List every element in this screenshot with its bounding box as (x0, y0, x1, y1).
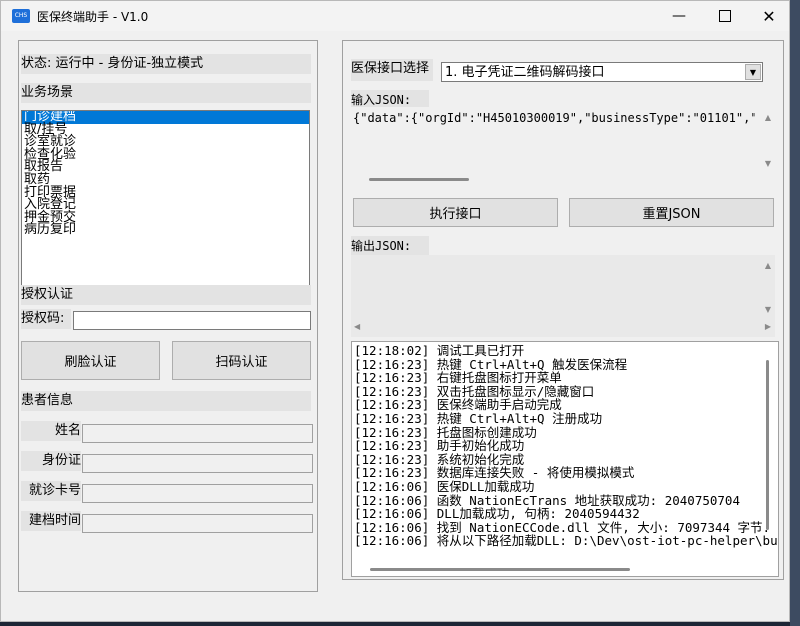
execute-button[interactable]: 执行接口 (353, 198, 558, 227)
desktop-background (790, 0, 800, 626)
left-panel: 状态: 运行中 - 身份证-独立模式 业务场景 门诊建档 取/挂号 诊室就诊 检… (18, 40, 318, 592)
face-auth-button[interactable]: 刷脸认证 (21, 341, 160, 380)
patient-section-label: 患者信息 (21, 391, 311, 411)
log-line: [12:16:23] 右键托盘图标打开菜单 (354, 370, 562, 386)
card-no-label: 就诊卡号 (21, 481, 81, 501)
horizontal-scrollbar[interactable] (369, 178, 469, 181)
log-line: [12:16:23] 热键 Ctrl+Alt+Q 触发医保流程 (354, 356, 628, 372)
app-icon: CHS (12, 9, 30, 23)
log-line: [12:16:23] 热键 Ctrl+Alt+Q 注册成功 (354, 410, 603, 426)
log-line: [12:16:06] DLL加载成功, 句柄: 2040594432 (354, 506, 640, 522)
created-time-field (82, 514, 313, 533)
scene-label: 业务场景 (21, 83, 311, 103)
created-time-label: 建档时间 (21, 511, 81, 531)
scroll-left-icon[interactable]: ◀ (354, 322, 360, 331)
scene-listbox[interactable]: 门诊建档 取/挂号 诊室就诊 检查化验 取报告 取药 打印票据 入院登记 押金预… (21, 110, 310, 288)
log-line: [12:16:06] 将从以下路径加载DLL: D:\Dev\ost-iot-p… (354, 533, 778, 549)
interface-select[interactable]: 1. 电子凭证二维码解码接口 ▼ (441, 62, 763, 82)
id-card-field (82, 454, 313, 473)
right-panel: 医保接口选择 1. 电子凭证二维码解码接口 ▼ 输入JSON: {"data":… (342, 40, 784, 580)
window-title: 医保终端助手 - V1.0 (37, 10, 149, 24)
status-text: 状态: 运行中 - 身份证-独立模式 (21, 54, 311, 74)
list-item[interactable]: 取报告 (22, 161, 309, 174)
log-line: [12:16:06] 函数 NationEcTrans 地址获取成功: 2040… (354, 492, 740, 508)
input-json-area[interactable]: {"data":{"orgId":"H45010300019","busines… (351, 107, 775, 185)
log-line: [12:16:23] 医保终端助手启动完成 (354, 397, 562, 413)
maximize-icon[interactable] (703, 1, 747, 31)
name-field (82, 424, 313, 443)
main-window: CHS 医保终端助手 - V1.0 — ✕ 状态: 运行中 - 身份证-独立模式… (0, 0, 790, 622)
scan-auth-button[interactable]: 扫码认证 (172, 341, 311, 380)
scroll-down-icon[interactable]: ▼ (765, 305, 771, 314)
scroll-up-icon[interactable]: ▲ (765, 113, 771, 122)
log-line: [12:16:23] 数据库连接失败 - 将使用模拟模式 (354, 465, 635, 481)
log-line: [12:16:06] 医保DLL加载成功 (354, 478, 535, 494)
scroll-up-icon[interactable]: ▲ (765, 261, 771, 270)
interface-select-value: 1. 电子凭证二维码解码接口 (445, 65, 605, 80)
list-item[interactable]: 病历复印 (22, 224, 309, 237)
log-line: [12:16:06] 找到 NationECCode.dll 文件, 大小: 7… (354, 519, 771, 535)
horizontal-scrollbar[interactable] (370, 568, 630, 571)
scroll-down-icon[interactable]: ▼ (765, 159, 771, 168)
log-lines: [12:18:02] 调试工具已打开 [12:16:23] 热键 Ctrl+Al… (354, 343, 778, 549)
log-line: [12:16:23] 双击托盘图标显示/隐藏窗口 (354, 383, 595, 399)
input-json-text: {"data":{"orgId":"H45010300019","busines… (353, 111, 755, 125)
chevron-down-icon[interactable]: ▼ (745, 64, 761, 80)
auth-code-input[interactable] (73, 311, 311, 330)
close-icon[interactable]: ✕ (747, 1, 791, 31)
name-label: 姓名 (21, 421, 81, 441)
log-line: [12:16:23] 助手初始化成功 (354, 438, 525, 454)
reset-json-button[interactable]: 重置JSON (569, 198, 774, 227)
vertical-scrollbar[interactable] (766, 360, 769, 530)
log-line: [12:16:23] 系统初始化完成 (354, 451, 525, 467)
log-line: [12:16:23] 托盘图标创建成功 (354, 424, 537, 440)
minimize-icon[interactable]: — (657, 1, 701, 31)
title-bar[interactable]: CHS 医保终端助手 - V1.0 — ✕ (1, 1, 789, 31)
output-json-area[interactable]: ▲ ▼ ◀ ▶ (351, 255, 775, 337)
scroll-right-icon[interactable]: ▶ (765, 322, 771, 331)
log-line: [12:18:02] 调试工具已打开 (354, 343, 525, 358)
log-list[interactable]: [12:18:02] 调试工具已打开 [12:16:23] 热键 Ctrl+Al… (351, 341, 779, 577)
card-no-field (82, 484, 313, 503)
list-item[interactable]: 检查化验 (22, 148, 309, 162)
auth-section-label: 授权认证 (21, 285, 311, 305)
id-card-label: 身份证 (21, 451, 81, 471)
output-json-label: 输出JSON: (351, 236, 429, 256)
interface-select-label: 医保接口选择 (351, 59, 433, 81)
auth-code-label: 授权码: (21, 309, 71, 329)
